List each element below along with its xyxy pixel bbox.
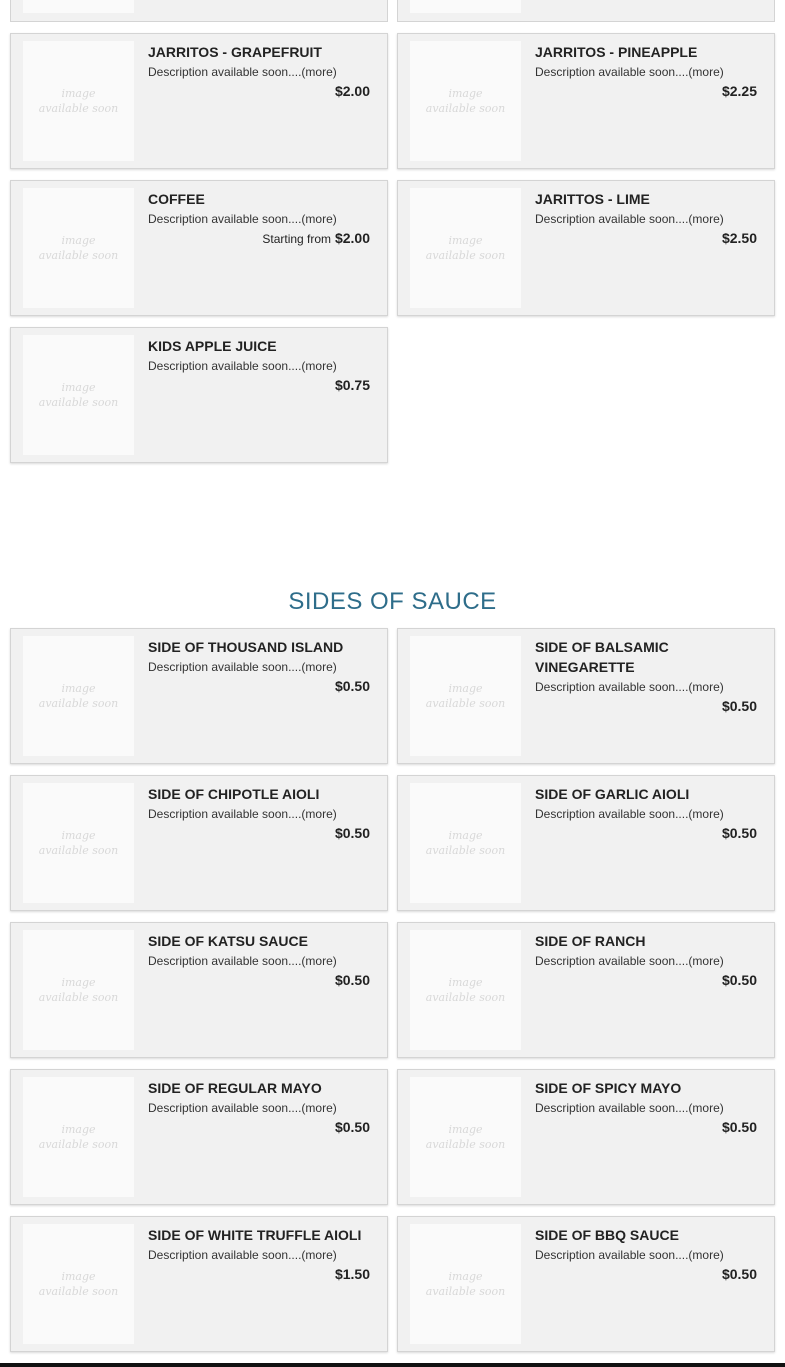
- drinks-grid: image available soon JARRITOS - GRAPEFRUI…: [10, 33, 775, 474]
- item-image-placeholder: image available soon: [23, 636, 134, 756]
- item-price: $0.50: [721, 1266, 757, 1282]
- item-name: SIDE OF CHIPOTLE AIOLI: [148, 786, 320, 802]
- item-description: Description available soon....(more): [148, 359, 337, 373]
- item-image-placeholder: image available soon: [410, 636, 521, 756]
- item-image-placeholder: image available soon: [23, 188, 134, 308]
- more-link[interactable]: (more): [301, 1101, 336, 1115]
- item-name: SIDE OF KATSU SAUCE: [148, 933, 308, 949]
- item-price: $0.75: [334, 377, 370, 393]
- item-description: Description available soon....(more): [148, 65, 337, 79]
- item-price: $0.50: [334, 972, 370, 988]
- item-description: Description available soon....(more): [535, 954, 724, 968]
- menu-item-card[interactable]: image available soon SIDE OF WHITE TRUFFL…: [10, 1216, 388, 1352]
- item-image-placeholder: image available soon: [410, 930, 521, 1050]
- item-description: Description available soon....(more): [535, 807, 724, 821]
- sauces-grid: image available soon SIDE OF THOUSAND ISL…: [10, 628, 775, 1363]
- more-link[interactable]: (more): [688, 65, 723, 79]
- menu-item-card[interactable]: image available soon SIDE OF BBQ SAUCE De…: [397, 1216, 775, 1352]
- item-image-placeholder: image available soon: [23, 1224, 134, 1344]
- menu-item-card[interactable]: image available soon SIDE OF SPICY MAYO D…: [397, 1069, 775, 1205]
- more-link[interactable]: (more): [301, 65, 336, 79]
- item-image-placeholder: image available soon: [410, 1224, 521, 1344]
- item-description: Description available soon....(more): [148, 212, 337, 226]
- item-name: COFFEE: [148, 191, 205, 207]
- item-description: Description available soon....(more): [535, 212, 724, 226]
- section-title: SIDES OF SAUCE: [288, 588, 497, 615]
- item-description: Description available soon....(more): [535, 1248, 724, 1262]
- menu-item-card[interactable]: image available soon SIDE OF BALSAMIC VIN…: [397, 628, 775, 764]
- footer-bar: [0, 1363, 785, 1367]
- item-image-placeholder: image available soon: [410, 1077, 521, 1197]
- more-link[interactable]: (more): [688, 954, 723, 968]
- more-link[interactable]: (more): [301, 954, 336, 968]
- menu-item-card[interactable]: image available soon JARITTOS - LIME Desc…: [397, 180, 775, 316]
- item-price: $0.50: [721, 1119, 757, 1135]
- item-name: SIDE OF THOUSAND ISLAND: [148, 639, 344, 655]
- item-price: $1.50: [334, 1266, 370, 1282]
- item-name: SIDE OF REGULAR MAYO: [148, 1080, 322, 1096]
- menu-item-card[interactable]: image available soon SIDE OF RANCH Descri…: [397, 922, 775, 1058]
- menu-item-card[interactable]: image available soon SIDE OF REGULAR MAYO…: [10, 1069, 388, 1205]
- item-price: $2.50: [721, 230, 757, 246]
- item-image-placeholder: image available soon: [23, 930, 134, 1050]
- item-description: Description available soon....(more): [535, 65, 724, 79]
- item-name: KIDS APPLE JUICE: [148, 338, 277, 354]
- item-image-placeholder: image available soon: [23, 783, 134, 903]
- item-description: Description available soon....(more): [148, 954, 337, 968]
- menu-item-card[interactable]: image available soon COFFEE Description a…: [10, 180, 388, 316]
- item-name: SIDE OF GARLIC AIOLI: [535, 786, 690, 802]
- more-link[interactable]: (more): [301, 359, 336, 373]
- more-link[interactable]: (more): [301, 212, 336, 226]
- item-image-placeholder: [23, 0, 134, 13]
- item-price: Starting from $2.00: [262, 230, 370, 246]
- menu-item-card-partial[interactable]: [397, 0, 775, 22]
- item-image-placeholder: [410, 0, 521, 13]
- item-price: $2.25: [721, 83, 757, 99]
- starting-from-label: Starting from: [262, 232, 332, 246]
- menu-item-card[interactable]: image available soon JARRITOS - GRAPEFRUI…: [10, 33, 388, 169]
- more-link[interactable]: (more): [688, 807, 723, 821]
- item-price: $0.50: [334, 678, 370, 694]
- menu-item-card[interactable]: image available soon KIDS APPLE JUICE Des…: [10, 327, 388, 463]
- item-name: JARRITOS - GRAPEFRUIT: [148, 44, 322, 60]
- item-image-placeholder: image available soon: [410, 783, 521, 903]
- item-description: Description available soon....(more): [535, 680, 724, 694]
- item-description: Description available soon....(more): [148, 1101, 337, 1115]
- item-description: Description available soon....(more): [148, 807, 337, 821]
- item-name: SIDE OF WHITE TRUFFLE AIOLI: [148, 1227, 362, 1243]
- item-price: $0.50: [334, 1119, 370, 1135]
- item-description: Description available soon....(more): [148, 660, 337, 674]
- item-price: $0.50: [334, 825, 370, 841]
- menu-item-card[interactable]: image available soon SIDE OF GARLIC AIOLI…: [397, 775, 775, 911]
- item-image-placeholder: image available soon: [23, 1077, 134, 1197]
- more-link[interactable]: (more): [688, 680, 723, 694]
- more-link[interactable]: (more): [688, 1248, 723, 1262]
- item-image-placeholder: image available soon: [410, 188, 521, 308]
- item-price: $0.50: [721, 825, 757, 841]
- more-link[interactable]: (more): [301, 807, 336, 821]
- item-name: SIDE OF SPICY MAYO: [535, 1080, 682, 1096]
- item-name: JARRITOS - PINEAPPLE: [535, 44, 698, 60]
- more-link[interactable]: (more): [688, 212, 723, 226]
- item-description: Description available soon....(more): [535, 1101, 724, 1115]
- menu-item-card-partial[interactable]: [10, 0, 388, 22]
- item-name: SIDE OF RANCH: [535, 933, 646, 949]
- item-price: $2.00: [334, 83, 370, 99]
- more-link[interactable]: (more): [301, 1248, 336, 1262]
- item-image-placeholder: image available soon: [23, 335, 134, 455]
- item-name: JARITTOS - LIME: [535, 191, 650, 207]
- item-name: SIDE OF BALSAMIC VINEGARETTE: [535, 639, 669, 675]
- item-price: $0.50: [721, 972, 757, 988]
- menu-item-card[interactable]: image available soon SIDE OF CHIPOTLE AIO…: [10, 775, 388, 911]
- item-image-placeholder: image available soon: [410, 41, 521, 161]
- item-name: SIDE OF BBQ SAUCE: [535, 1227, 679, 1243]
- item-price: $0.50: [721, 698, 757, 714]
- menu-item-card[interactable]: image available soon SIDE OF THOUSAND ISL…: [10, 628, 388, 764]
- more-link[interactable]: (more): [301, 660, 336, 674]
- item-description: Description available soon....(more): [148, 1248, 337, 1262]
- menu-item-card[interactable]: image available soon SIDE OF KATSU SAUCE …: [10, 922, 388, 1058]
- more-link[interactable]: (more): [688, 1101, 723, 1115]
- item-image-placeholder: image available soon: [23, 41, 134, 161]
- menu-item-card[interactable]: image available soon JARRITOS - PINEAPPLE…: [397, 33, 775, 169]
